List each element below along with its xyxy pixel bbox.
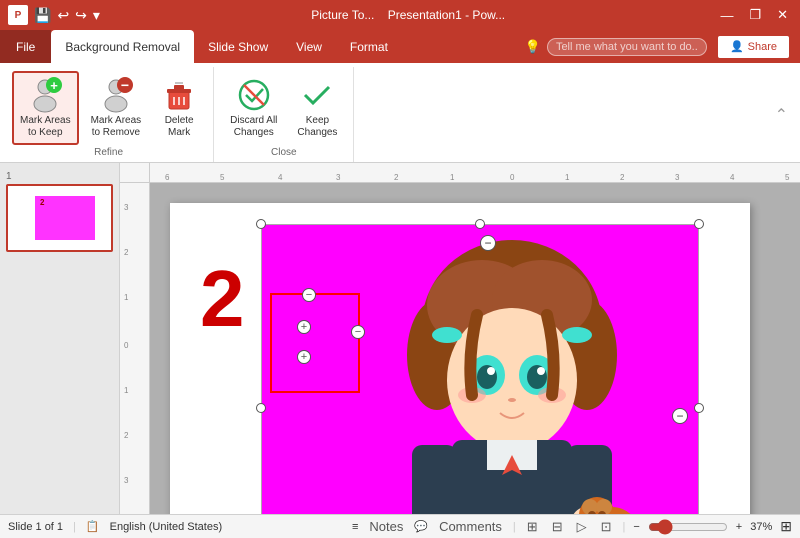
ruler-ticks-top: 6 5 4 3 2 1 0 1 2 3 4 5 6 xyxy=(150,163,800,182)
mark-keep-icon: + xyxy=(27,77,63,113)
ribbon: File Background Removal Slide Show View … xyxy=(0,30,800,163)
refine-group-label: Refine xyxy=(12,145,205,158)
title-bar-left: P 💾 ↩ ↪ ▾ xyxy=(8,5,100,25)
customize-button[interactable]: ▾ xyxy=(93,7,100,24)
slide-thumb-inner: 2 xyxy=(10,188,109,248)
collapse-ribbon-button[interactable]: ⌃ xyxy=(775,105,788,125)
ribbon-search-area: 💡 👤 Share xyxy=(525,35,800,59)
close-group-label: Close xyxy=(222,145,345,158)
status-bar-right: ≡ Notes 💬 Comments | ⊞ ⊟ ▷ ⊡ | − + 37% ⊞ xyxy=(352,518,792,535)
reading-view-button[interactable]: ▷ xyxy=(574,519,590,535)
close-button[interactable]: ✕ xyxy=(773,7,792,23)
discard-icon xyxy=(236,77,272,113)
edge-handle-right[interactable]: − xyxy=(672,408,688,424)
slide-content: − − − − + + xyxy=(170,203,750,514)
keep-changes-button[interactable]: KeepChanges xyxy=(289,71,345,145)
notes-icon: ≡ xyxy=(352,521,358,533)
title-bar-center: Picture To... Presentation1 - Pow... xyxy=(100,8,717,22)
zoom-slider[interactable] xyxy=(648,519,728,535)
main-image[interactable]: − − − xyxy=(260,223,700,514)
save-button[interactable]: 💾 xyxy=(34,7,51,24)
quick-access-toolbar: 💾 ↩ ↪ ▾ xyxy=(34,7,100,24)
discard-all-button[interactable]: Discard AllChanges xyxy=(222,71,285,145)
refine-buttons: + Mark Areasto Keep − xyxy=(12,71,205,145)
app-icon: P xyxy=(8,5,28,25)
slide-panel: 1 2 xyxy=(0,163,120,514)
keep-icon xyxy=(299,77,335,113)
mark-remove-icon: − xyxy=(98,77,134,113)
doc-title: Presentation1 - Pow... xyxy=(388,8,505,22)
status-divider-2: | xyxy=(513,521,516,533)
comments-button[interactable]: Comments xyxy=(436,519,505,534)
zoom-level: 37% xyxy=(750,521,772,533)
title-bar-right: — ❐ ✕ xyxy=(716,7,792,23)
fit-slide-button[interactable]: ⊞ xyxy=(780,518,792,535)
tab-background-removal[interactable]: Background Removal xyxy=(51,30,194,63)
status-bar: Slide 1 of 1 | 📋 English (United States)… xyxy=(0,514,800,538)
tab-view[interactable]: View xyxy=(282,30,336,63)
ribbon-search-input[interactable] xyxy=(547,38,707,56)
ribbon-group-close: Discard AllChanges KeepChanges Close xyxy=(214,67,354,162)
tab-slideshow[interactable]: Slide Show xyxy=(194,30,282,63)
zoom-out-icon[interactable]: − xyxy=(633,521,639,533)
svg-text:+: + xyxy=(50,78,58,93)
svg-text:−: − xyxy=(121,77,129,93)
ruler-corner xyxy=(120,163,150,183)
mark-areas-remove-button[interactable]: − Mark Areasto Remove xyxy=(83,71,150,145)
tab-file[interactable]: File xyxy=(0,30,51,63)
app-title: Picture To... xyxy=(311,8,374,22)
slide-sorter-button[interactable]: ⊟ xyxy=(549,519,566,535)
mark-areas-keep-button[interactable]: + Mark Areasto Keep xyxy=(12,71,79,145)
language: English (United States) xyxy=(110,521,223,533)
ribbon-content: + Mark Areasto Keep − xyxy=(0,63,800,162)
keep-label: KeepChanges xyxy=(297,115,337,139)
discard-label: Discard AllChanges xyxy=(230,115,277,139)
person-icon: 👤 xyxy=(730,40,744,53)
ribbon-tab-bar: File Background Removal Slide Show View … xyxy=(0,30,800,63)
big-number-2: 2 xyxy=(200,253,245,345)
ruler-top: 6 5 4 3 2 1 0 1 2 3 4 5 6 xyxy=(150,163,800,183)
redo-button[interactable]: ↪ xyxy=(75,7,87,24)
accessibility-icon[interactable]: 📋 xyxy=(86,520,100,533)
mark-keep-label: Mark Areasto Keep xyxy=(20,115,71,139)
zoom-in-icon[interactable]: + xyxy=(736,521,742,533)
status-divider-1: | xyxy=(73,521,76,533)
comments-icon: 💬 xyxy=(414,520,428,533)
title-bar: P 💾 ↩ ↪ ▾ Picture To... Presentation1 - … xyxy=(0,0,800,30)
delete-mark-button[interactable]: DeleteMark xyxy=(153,71,205,145)
undo-button[interactable]: ↩ xyxy=(57,7,69,24)
normal-view-button[interactable]: ⊞ xyxy=(524,519,541,535)
tab-format[interactable]: Format xyxy=(336,30,402,63)
slide-info: Slide 1 of 1 xyxy=(8,521,63,533)
slide-number-1: 1 xyxy=(6,171,113,182)
workspace: 1 2 6 5 4 3 2 1 0 1 xyxy=(0,163,800,514)
notes-button[interactable]: Notes xyxy=(366,519,406,534)
slide-thumbnail-1[interactable]: 2 xyxy=(6,184,113,252)
mark-remove-label: Mark Areasto Remove xyxy=(91,115,142,139)
edge-handle-top[interactable]: − xyxy=(480,235,496,251)
delete-mark-label: DeleteMark xyxy=(165,115,194,139)
canvas-area: 6 5 4 3 2 1 0 1 2 3 4 5 6 3 2 1 0 1 2 3 xyxy=(120,163,800,514)
delete-mark-icon xyxy=(161,77,197,113)
restore-button[interactable]: ❐ xyxy=(745,7,765,23)
anime-character-svg xyxy=(262,225,702,514)
ribbon-group-refine: + Mark Areasto Keep − xyxy=(4,67,214,162)
status-divider-3: | xyxy=(623,521,626,533)
close-buttons: Discard AllChanges KeepChanges xyxy=(222,71,345,145)
slideshow-button[interactable]: ⊡ xyxy=(598,519,615,535)
minimize-button[interactable]: — xyxy=(716,8,737,23)
share-button[interactable]: 👤 Share xyxy=(717,35,790,59)
ruler-left: 3 2 1 0 1 2 3 xyxy=(120,183,150,514)
